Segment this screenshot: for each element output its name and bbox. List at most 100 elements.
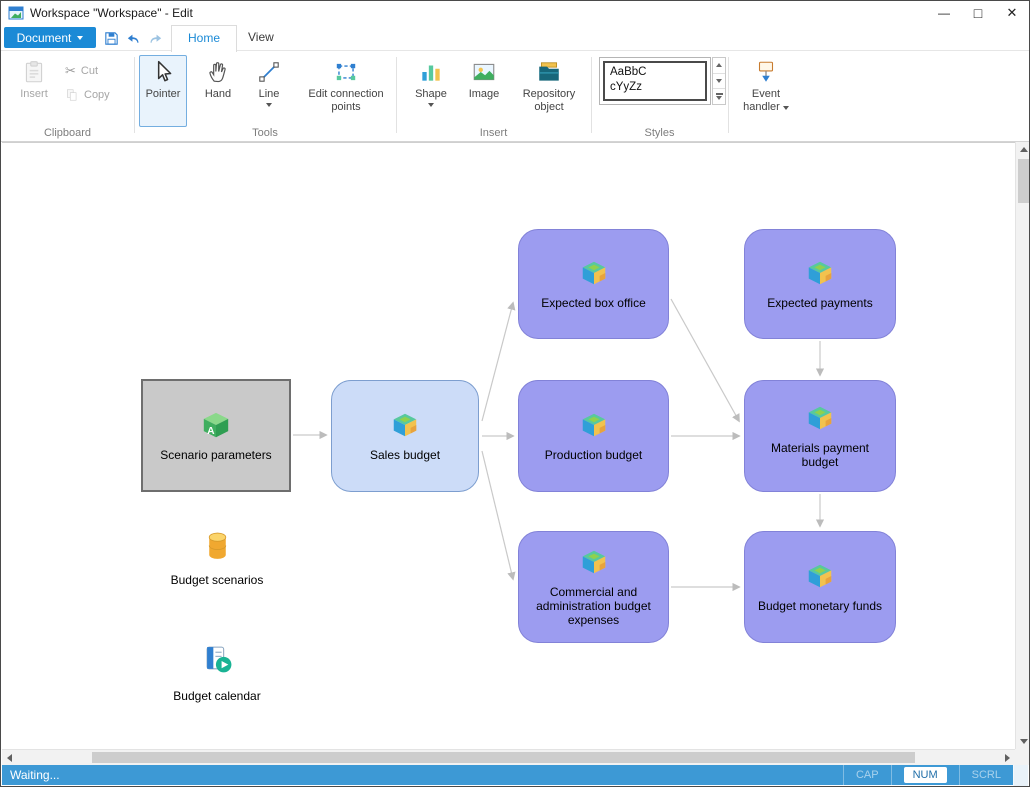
calendar-icon[interactable] (203, 644, 234, 675)
pointer-label: Pointer (146, 88, 181, 101)
diagram-node-production-budget[interactable]: Production budget (518, 380, 669, 492)
gallery-scroll-down-button[interactable] (713, 74, 725, 90)
edit-connection-points-icon (333, 59, 359, 85)
copy-label: Copy (84, 89, 110, 101)
window-controls: — □ ✕ (927, 1, 1029, 25)
status-message: Waiting... (10, 768, 60, 782)
scenario-cube-icon (201, 410, 231, 440)
line-label: Line (259, 88, 280, 101)
diagram-node-commercial-admin-budget-expenses[interactable]: Commercial and administration budget exp… (518, 531, 669, 643)
redo-icon (147, 30, 164, 47)
cube-icon (805, 258, 835, 288)
cube-icon (805, 403, 835, 433)
gallery-more-icon (716, 93, 723, 100)
image-label: Image (469, 88, 500, 101)
hand-tool-button[interactable]: Hand (194, 55, 242, 127)
repository-object-button[interactable]: Repository object (511, 55, 587, 127)
cut-label: Cut (81, 65, 98, 77)
chevron-down-icon (783, 106, 789, 110)
database-icon[interactable] (205, 531, 230, 562)
diagram-canvas[interactable]: Scenario parameters Sales budget Expecte… (2, 142, 1015, 749)
diagram-node-expected-box-office[interactable]: Expected box office (518, 229, 669, 339)
style-sample-line1: AaBbC (610, 65, 700, 80)
group-separator (591, 57, 592, 133)
num-lock-pill: NUM (904, 767, 947, 783)
chevron-down-icon (266, 103, 272, 107)
shape-label: Shape (415, 88, 447, 101)
line-icon (256, 59, 282, 85)
node-label: Materials payment budget (755, 441, 885, 469)
repository-object-label: Repository object (512, 88, 586, 114)
event-handler-button[interactable]: Event handler (735, 55, 797, 127)
image-button[interactable]: Image (460, 55, 508, 127)
tab-view[interactable]: View (232, 25, 290, 51)
pointer-tool-button[interactable]: Pointer (139, 55, 187, 127)
scrollbar-corner (1015, 749, 1030, 765)
shape-icon (418, 59, 444, 85)
vertical-scrollbar[interactable] (1015, 142, 1030, 749)
group-label-styles: Styles (591, 127, 728, 139)
event-handler-label: Event handler (736, 88, 796, 114)
styles-gallery: AaBbC cYyZz (599, 57, 711, 105)
undo-icon (125, 30, 142, 47)
num-lock-indicator: NUM (891, 765, 959, 786)
group-separator (396, 57, 397, 133)
style-sample-item[interactable]: AaBbC cYyZz (603, 61, 707, 101)
app-window: Workspace "Workspace" - Edit — □ ✕ Docum… (0, 0, 1030, 787)
chevron-down-icon (1020, 739, 1028, 744)
hand-icon (205, 59, 231, 85)
horizontal-scroll-thumb[interactable] (92, 752, 915, 763)
copy-icon (65, 88, 79, 102)
maximize-button[interactable]: □ (961, 1, 995, 25)
resize-grip[interactable] (1013, 765, 1028, 786)
gallery-more-button[interactable] (713, 89, 725, 104)
tab-home[interactable]: Home (171, 25, 237, 52)
document-menu-button[interactable]: Document (4, 27, 96, 48)
edit-connection-points-button[interactable]: Edit connection points (297, 55, 395, 127)
cube-icon (390, 410, 420, 440)
node-label: Budget monetary funds (758, 599, 882, 613)
cube-icon (579, 547, 609, 577)
diagram-node-materials-payment-budget[interactable]: Materials payment budget (744, 380, 896, 492)
horizontal-scrollbar[interactable] (2, 749, 1015, 765)
shape-button[interactable]: Shape (406, 55, 456, 127)
cut-button[interactable]: ✂ Cut (65, 61, 98, 81)
document-menu-label: Document (17, 31, 72, 45)
gallery-scroll-up-button[interactable] (713, 58, 725, 74)
diagram-node-scenario-parameters[interactable]: Scenario parameters (141, 379, 291, 492)
save-button[interactable] (101, 28, 121, 48)
diagram-node-budget-monetary-funds[interactable]: Budget monetary funds (744, 531, 896, 643)
chevron-up-icon (716, 63, 722, 67)
copy-button[interactable]: Copy (65, 85, 110, 105)
group-separator (134, 57, 135, 133)
status-bar: Waiting... CAP NUM SCRL (2, 765, 1028, 785)
node-label: Sales budget (370, 448, 440, 462)
vertical-scroll-thumb[interactable] (1018, 159, 1029, 203)
node-label: Commercial and administration budget exp… (529, 585, 658, 627)
scroll-left-button[interactable] (2, 750, 17, 766)
scroll-up-button[interactable] (1016, 142, 1030, 157)
pointer-icon (150, 59, 176, 85)
budget-calendar-label: Budget calendar (142, 689, 292, 703)
diagram-node-expected-payments[interactable]: Expected payments (744, 229, 896, 339)
node-label: Expected box office (541, 296, 646, 310)
node-label: Scenario parameters (160, 448, 271, 462)
minimize-button[interactable]: — (927, 1, 961, 25)
line-tool-button[interactable]: Line (245, 55, 293, 127)
budget-scenarios-label: Budget scenarios (142, 573, 292, 587)
cube-icon (805, 561, 835, 591)
undo-button[interactable] (123, 28, 143, 48)
close-button[interactable]: ✕ (995, 1, 1029, 25)
insert-paste-label: Insert (20, 88, 48, 101)
chevron-up-icon (1020, 147, 1028, 152)
redo-button[interactable] (145, 28, 165, 48)
group-label-tools: Tools (134, 127, 396, 139)
node-label: Production budget (545, 448, 642, 462)
insert-paste-button[interactable]: Insert (11, 55, 57, 127)
diagram-node-sales-budget[interactable]: Sales budget (331, 380, 479, 492)
scroll-down-button[interactable] (1016, 734, 1030, 749)
event-handler-icon (753, 59, 779, 85)
caps-lock-indicator: CAP (843, 765, 891, 786)
node-label: Expected payments (767, 296, 872, 310)
event-handler-text: Event handler (743, 88, 780, 113)
